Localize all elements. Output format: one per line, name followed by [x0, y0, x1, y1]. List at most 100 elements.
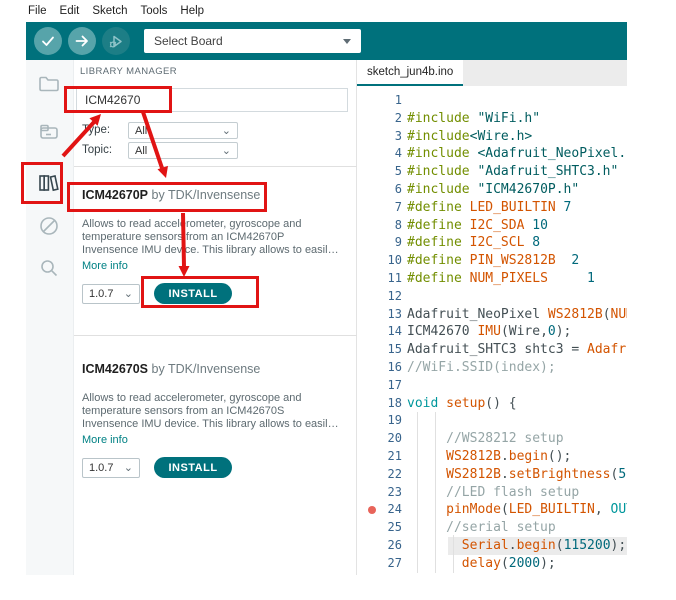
library-entry-icm42670p: ICM42670P by TDK/Invensense Allows to re…	[82, 182, 346, 304]
code-text: Adafruit_SHTC3 shtc3 = Adafruit_SHTC3();	[402, 341, 627, 359]
code-line: 2#include "WiFi.h"	[357, 110, 627, 128]
code-line: 15Adafruit_SHTC3 shtc3 = Adafruit_SHTC3(…	[357, 341, 627, 359]
line-number: 8	[357, 217, 402, 235]
code-text: //LED flash setup	[402, 484, 579, 502]
code-line: 7#define LED_BUILTIN 7	[357, 199, 627, 217]
type-filter-label: Type:	[82, 124, 110, 136]
line-number: 23	[357, 484, 402, 502]
library-author: by TDK/Invensense	[152, 188, 261, 202]
type-filter-select[interactable]: All ⌄	[128, 122, 238, 139]
code-text: ICM42670 IMU(Wire,0);	[402, 323, 571, 341]
version-select[interactable]: 1.0.7 ⌄	[82, 284, 140, 304]
menu-sketch[interactable]: Sketch	[92, 5, 127, 17]
line-number: 15	[357, 341, 402, 359]
code-editor: sketch_jun4b.ino 12#include "WiFi.h"3#in…	[357, 60, 627, 575]
code-line: 14ICM42670 IMU(Wire,0);	[357, 323, 627, 341]
library-books-icon	[36, 170, 62, 196]
library-entry-title: ICM42670S by TDK/Invensense	[82, 356, 346, 376]
code-line: 13Adafruit_NeoPixel WS2812B(NUM_PIXELS, …	[357, 306, 627, 324]
arduino-ide-window: File Edit Sketch Tools Help	[26, 0, 627, 575]
chevron-down-icon: ⌄	[222, 127, 231, 135]
sidebar-item-search[interactable]	[34, 253, 64, 283]
sidebar-item-sketchbook[interactable]	[34, 69, 64, 99]
code-text: WS2812B.setBrightness(50);	[402, 466, 627, 484]
code-text	[402, 412, 407, 430]
code-line: 20 //WS28212 setup	[357, 430, 627, 448]
upload-button[interactable]	[68, 27, 96, 55]
line-number: 21	[357, 448, 402, 466]
select-board-dropdown[interactable]: Select Board	[144, 29, 361, 53]
menu-help[interactable]: Help	[180, 5, 204, 17]
line-number: 10	[357, 252, 402, 270]
line-number: 19	[357, 412, 402, 430]
library-author: by TDK/Invensense	[152, 362, 261, 376]
library-search-input[interactable]	[76, 88, 348, 112]
code-text: #include <Adafruit_NeoPixel.h>	[402, 145, 627, 163]
line-number: 1	[357, 92, 402, 110]
prohibited-icon	[37, 214, 61, 238]
editor-tab-bar: sketch_jun4b.ino	[357, 60, 627, 86]
select-board-label: Select Board	[154, 34, 223, 48]
line-number: 9	[357, 234, 402, 252]
version-select[interactable]: 1.0.7 ⌄	[82, 458, 140, 478]
library-name: ICM42670P	[82, 188, 148, 202]
code-line: 25 //serial setup	[357, 519, 627, 537]
tab-sketch[interactable]: sketch_jun4b.ino	[357, 60, 463, 86]
code-line: 9#define I2C_SCL 8	[357, 234, 627, 252]
menu-file[interactable]: File	[28, 5, 47, 17]
code-text	[402, 92, 407, 110]
line-number: 27	[357, 555, 402, 573]
code-text: //WS28212 setup	[402, 430, 564, 448]
sidebar-item-library-manager[interactable]	[34, 168, 64, 198]
code-line: 16//WiFi.SSID(index);	[357, 359, 627, 377]
code-line: 5#include "Adafruit_SHTC3.h"	[357, 163, 627, 181]
code-line: 21 WS2812B.begin();	[357, 448, 627, 466]
sidebar-item-debug[interactable]	[34, 211, 64, 241]
library-entry-icm42670s: ICM42670S by TDK/Invensense Allows to re…	[82, 356, 346, 478]
line-number: 3	[357, 128, 402, 146]
chevron-down-icon: ⌄	[124, 290, 133, 298]
toolbar: Select Board	[26, 22, 627, 60]
menu-tools[interactable]: Tools	[141, 5, 168, 17]
code-line: 27 delay(2000);	[357, 555, 627, 573]
line-number: 11	[357, 270, 402, 288]
code-line: 22 WS2812B.setBrightness(50);	[357, 466, 627, 484]
code-text	[402, 288, 407, 306]
menu-edit[interactable]: Edit	[60, 5, 80, 17]
code-text: #include "Adafruit_SHTC3.h"	[402, 163, 618, 181]
code-text: #include "ICM42670P.h"	[402, 181, 579, 199]
verify-button[interactable]	[34, 27, 62, 55]
line-number: 20	[357, 430, 402, 448]
line-number: 4	[357, 145, 402, 163]
library-description: Allows to read accelerometer, gyroscope …	[82, 392, 346, 431]
code-text: #include "WiFi.h"	[402, 110, 540, 128]
code-text: #define LED_BUILTIN 7	[402, 199, 571, 217]
line-number: 7	[357, 199, 402, 217]
code-text: #define NUM_PIXELS 1	[402, 270, 595, 288]
chevron-down-icon: ⌄	[222, 147, 231, 155]
more-info-link[interactable]: More info	[82, 434, 346, 447]
code-text: Serial.begin(115200);	[402, 537, 626, 555]
code-text: #define I2C_SCL 8	[402, 234, 540, 252]
folder-icon	[37, 72, 61, 96]
code-line: 19	[357, 412, 627, 430]
activity-sidebar	[26, 60, 74, 575]
install-button[interactable]: INSTALL	[154, 457, 232, 478]
topic-filter-select[interactable]: All ⌄	[128, 142, 238, 159]
line-number: 2	[357, 110, 402, 128]
screenshot-canvas: File Edit Sketch Tools Help	[0, 0, 676, 600]
board-chip-icon	[37, 120, 61, 144]
sidebar-item-boards-manager[interactable]	[34, 117, 64, 147]
install-button[interactable]: INSTALL	[154, 283, 232, 304]
code-line: 10#define PIN_WS2812B 2	[357, 252, 627, 270]
search-icon	[37, 256, 61, 280]
topic-filter-label: Topic:	[82, 144, 112, 156]
code-text: //serial setup	[402, 519, 556, 537]
more-info-link[interactable]: More info	[82, 260, 346, 273]
code-line: 11#define NUM_PIXELS 1	[357, 270, 627, 288]
code-line: 23 //LED flash setup	[357, 484, 627, 502]
panel-title: LIBRARY MANAGER	[80, 66, 177, 77]
divider	[74, 335, 357, 336]
library-entry-title: ICM42670P by TDK/Invensense	[82, 182, 346, 202]
line-number: 12	[357, 288, 402, 306]
